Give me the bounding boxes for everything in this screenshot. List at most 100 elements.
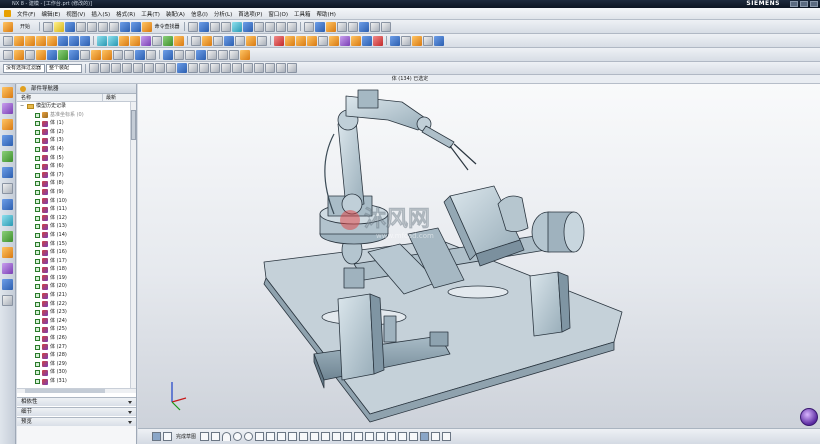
- tree-row-body[interactable]: 体 (24): [17, 317, 130, 326]
- menu-edit[interactable]: 编辑(E): [41, 10, 60, 18]
- point-icon[interactable]: [277, 432, 287, 441]
- arc-icon[interactable]: [174, 49, 184, 60]
- rectangle-icon[interactable]: [255, 432, 265, 441]
- line-icon[interactable]: [211, 432, 221, 441]
- visibility-checkbox[interactable]: [35, 301, 40, 307]
- visibility-checkbox[interactable]: [35, 198, 40, 204]
- visibility-checkbox[interactable]: [35, 241, 40, 247]
- visibility-checkbox[interactable]: [35, 207, 40, 213]
- offset-surface-icon[interactable]: [47, 49, 57, 60]
- deselect-icon[interactable]: [100, 63, 110, 73]
- existing-point-icon[interactable]: [254, 63, 264, 73]
- x-form-icon[interactable]: [135, 49, 145, 60]
- tree-row-body[interactable]: 体 (26): [17, 334, 130, 343]
- menu-assemblies[interactable]: 装配(A): [166, 10, 185, 18]
- tree-row-body[interactable]: 体 (13): [17, 222, 130, 231]
- visibility-checkbox[interactable]: [35, 250, 40, 256]
- preview-panel[interactable]: 预览: [17, 417, 136, 426]
- visibility-checkbox[interactable]: [35, 189, 40, 195]
- inferred-constraints-icon[interactable]: [420, 432, 430, 441]
- emboss-icon[interactable]: [351, 35, 361, 46]
- menu-format[interactable]: 格式(R): [116, 10, 135, 18]
- navigator-horizontal-scrollbar[interactable]: [17, 388, 136, 393]
- thread-icon[interactable]: [274, 35, 284, 46]
- mid-point-icon[interactable]: [199, 63, 209, 73]
- menu-window[interactable]: 窗口(O): [268, 10, 288, 18]
- visibility-checkbox[interactable]: [35, 121, 40, 127]
- auto-dimension-icon[interactable]: [376, 432, 386, 441]
- datum-plane-icon[interactable]: [337, 21, 347, 32]
- tree-root-model-history[interactable]: − 模型历史记录: [17, 102, 130, 111]
- patch-icon[interactable]: [257, 35, 267, 46]
- tree-row-body[interactable]: 体 (12): [17, 214, 130, 223]
- tree-row-body[interactable]: 体 (11): [17, 205, 130, 214]
- combined-projection-icon[interactable]: [240, 49, 250, 60]
- sketch-icon[interactable]: [326, 21, 336, 32]
- control-point-icon[interactable]: [210, 63, 220, 73]
- draft-icon[interactable]: [130, 35, 140, 46]
- offset-curve-icon[interactable]: [288, 432, 298, 441]
- geometric-constraints-icon[interactable]: [365, 432, 375, 441]
- thicken-icon[interactable]: [202, 35, 212, 46]
- system-materials-icon[interactable]: [2, 199, 13, 210]
- face-blend-icon[interactable]: [91, 49, 101, 60]
- robot-workstation-model[interactable]: 沐风网 www.mfcad.com: [138, 84, 820, 428]
- dependencies-panel[interactable]: 相依性: [17, 397, 136, 406]
- derived-lines-icon[interactable]: [343, 432, 353, 441]
- visibility-checkbox[interactable]: [35, 215, 40, 221]
- n-sided-surface-icon[interactable]: [434, 35, 444, 46]
- shell-icon[interactable]: [119, 35, 129, 46]
- shaded-with-edges-icon[interactable]: [232, 21, 242, 32]
- reuse-library-icon[interactable]: [2, 135, 13, 146]
- create-inferred-constraints-icon[interactable]: [431, 432, 441, 441]
- offset-face-icon[interactable]: [191, 35, 201, 46]
- tree-row-body[interactable]: 体 (23): [17, 308, 130, 317]
- tree-row-body[interactable]: 体 (27): [17, 343, 130, 352]
- visibility-checkbox[interactable]: [35, 164, 40, 170]
- finish-sketch-label[interactable]: 完成草图: [176, 433, 196, 440]
- extract-geometry-icon[interactable]: [14, 49, 24, 60]
- tree-row-body[interactable]: 体 (30): [17, 368, 130, 377]
- tree-row-body[interactable]: 体 (7): [17, 171, 130, 180]
- tree-row-body[interactable]: 体 (10): [17, 197, 130, 206]
- visibility-checkbox[interactable]: [35, 129, 40, 135]
- minimize-button[interactable]: [790, 1, 798, 7]
- sew-icon[interactable]: [246, 35, 256, 46]
- command-finder-icon[interactable]: [142, 21, 152, 32]
- mirror-icon[interactable]: [152, 35, 162, 46]
- shape-by-template-icon[interactable]: [146, 49, 156, 60]
- bounded-plane-icon[interactable]: [412, 35, 422, 46]
- tree-row-body[interactable]: 体 (29): [17, 360, 130, 369]
- visibility-checkbox[interactable]: [35, 344, 40, 350]
- tree-row-body[interactable]: 体 (18): [17, 265, 130, 274]
- open-file-icon[interactable]: [54, 21, 64, 32]
- visibility-checkbox[interactable]: [35, 181, 40, 187]
- scrollbar-thumb[interactable]: [131, 110, 136, 140]
- tree-row-body[interactable]: 体 (17): [17, 257, 130, 266]
- menu-view[interactable]: 视图(V): [66, 10, 85, 18]
- display-icon[interactable]: [2, 295, 13, 306]
- helix-icon[interactable]: [196, 49, 206, 60]
- line-icon[interactable]: [163, 49, 173, 60]
- menu-analysis[interactable]: 分析(L): [214, 10, 232, 18]
- close-button[interactable]: [810, 1, 818, 7]
- select-all-icon[interactable]: [89, 63, 99, 73]
- boss-icon[interactable]: [285, 35, 295, 46]
- tube-icon[interactable]: [373, 35, 383, 46]
- split-body-icon[interactable]: [174, 35, 184, 46]
- tree-row-body[interactable]: 体 (28): [17, 351, 130, 360]
- tree-row-body[interactable]: 体 (20): [17, 282, 130, 291]
- studio-surface-icon[interactable]: [423, 35, 433, 46]
- move-face-icon[interactable]: [224, 35, 234, 46]
- menu-tools[interactable]: 工具(T): [141, 10, 160, 18]
- make-corner-icon[interactable]: [332, 432, 342, 441]
- pocket-icon[interactable]: [296, 35, 306, 46]
- column-latest[interactable]: 最新: [103, 94, 116, 101]
- visibility-checkbox[interactable]: [35, 267, 40, 273]
- hide-icon[interactable]: [265, 21, 275, 32]
- show-icon[interactable]: [276, 21, 286, 32]
- column-name[interactable]: 名称: [17, 94, 103, 101]
- new-body-icon[interactable]: [3, 35, 13, 46]
- quick-extend-icon[interactable]: [321, 432, 331, 441]
- visibility-checkbox[interactable]: [35, 370, 40, 376]
